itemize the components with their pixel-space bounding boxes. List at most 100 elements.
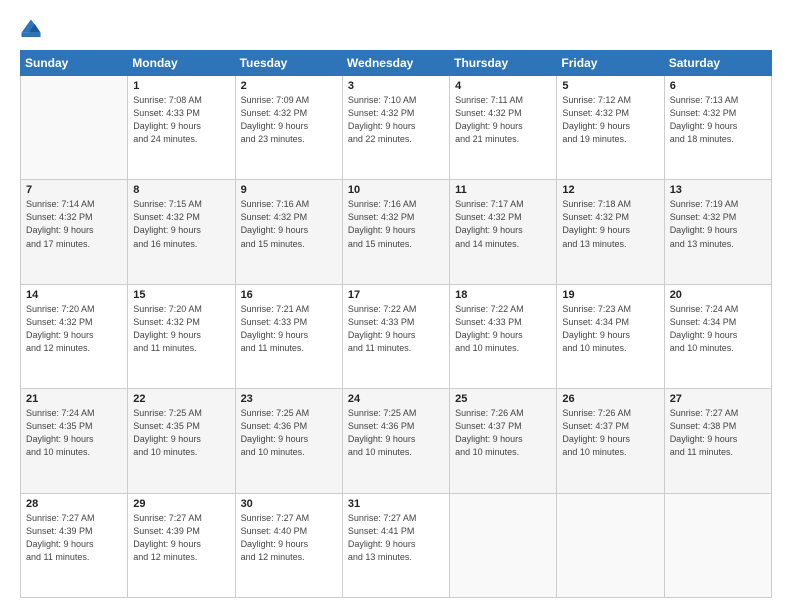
calendar-cell: 13Sunrise: 7:19 AM Sunset: 4:32 PM Dayli… bbox=[664, 180, 771, 284]
day-info: Sunrise: 7:08 AM Sunset: 4:33 PM Dayligh… bbox=[133, 94, 229, 146]
calendar-cell: 1 Sunrise: 7:08 AM Sunset: 4:33 PM Daylig… bbox=[128, 76, 235, 180]
calendar-week-row: 21Sunrise: 7:24 AM Sunset: 4:35 PM Dayli… bbox=[21, 389, 772, 493]
day-number: 11 bbox=[455, 184, 551, 196]
calendar-week-row: 7 Sunrise: 7:14 AM Sunset: 4:32 PM Daylig… bbox=[21, 180, 772, 284]
day-number: 17 bbox=[348, 289, 444, 301]
calendar-cell bbox=[450, 493, 557, 597]
day-info: Sunrise: 7:14 AM Sunset: 4:32 PM Dayligh… bbox=[26, 198, 122, 250]
day-number: 23 bbox=[241, 393, 337, 405]
day-number: 26 bbox=[562, 393, 658, 405]
day-number: 9 bbox=[241, 184, 337, 196]
calendar-cell bbox=[557, 493, 664, 597]
day-info: Sunrise: 7:25 AM Sunset: 4:36 PM Dayligh… bbox=[241, 407, 337, 459]
calendar-cell: 20 Sunrise: 7:24 AM Sunset: 4:34 PM Dayli… bbox=[664, 284, 771, 388]
day-number: 28 bbox=[26, 498, 122, 510]
calendar-cell: 11 Sunrise: 7:17 AM Sunset: 4:32 PM Dayli… bbox=[450, 180, 557, 284]
day-number: 14 bbox=[26, 289, 122, 301]
day-info: Sunrise: 7:16 AM Sunset: 4:32 PM Dayligh… bbox=[241, 198, 337, 250]
day-info: Sunrise: 7:16 AM Sunset: 4:32 PM Dayligh… bbox=[348, 198, 444, 250]
day-number: 19 bbox=[562, 289, 658, 301]
day-info: Sunrise: 7:24 AM Sunset: 4:34 PM Dayligh… bbox=[670, 303, 766, 355]
day-info: Sunrise: 7:25 AM Sunset: 4:36 PM Dayligh… bbox=[348, 407, 444, 459]
day-info: Sunrise: 7:17 AM Sunset: 4:32 PM Dayligh… bbox=[455, 198, 551, 250]
day-info: Sunrise: 7:15 AM Sunset: 4:32 PM Dayligh… bbox=[133, 198, 229, 250]
calendar-cell: 25 Sunrise: 7:26 AM Sunset: 4:37 PM Dayli… bbox=[450, 389, 557, 493]
day-info: Sunrise: 7:20 AM Sunset: 4:32 PM Dayligh… bbox=[133, 303, 229, 355]
day-info: Sunrise: 7:20 AM Sunset: 4:32 PM Dayligh… bbox=[26, 303, 122, 355]
day-info: Sunrise: 7:13 AM Sunset: 4:32 PM Dayligh… bbox=[670, 94, 766, 146]
day-number: 16 bbox=[241, 289, 337, 301]
weekday-header-thursday: Thursday bbox=[450, 51, 557, 76]
day-number: 27 bbox=[670, 393, 766, 405]
calendar-cell: 5Sunrise: 7:12 AM Sunset: 4:32 PM Daylig… bbox=[557, 76, 664, 180]
calendar-cell: 8 Sunrise: 7:15 AM Sunset: 4:32 PM Daylig… bbox=[128, 180, 235, 284]
calendar-cell: 28 Sunrise: 7:27 AM Sunset: 4:39 PM Dayli… bbox=[21, 493, 128, 597]
calendar-cell: 14 Sunrise: 7:20 AM Sunset: 4:32 PM Dayli… bbox=[21, 284, 128, 388]
weekday-header-saturday: Saturday bbox=[664, 51, 771, 76]
day-info: Sunrise: 7:21 AM Sunset: 4:33 PM Dayligh… bbox=[241, 303, 337, 355]
day-info: Sunrise: 7:27 AM Sunset: 4:39 PM Dayligh… bbox=[26, 512, 122, 564]
weekday-header-tuesday: Tuesday bbox=[235, 51, 342, 76]
day-number: 12 bbox=[562, 184, 658, 196]
day-number: 24 bbox=[348, 393, 444, 405]
calendar-cell: 12 Sunrise: 7:18 AM Sunset: 4:32 PM Dayli… bbox=[557, 180, 664, 284]
day-number: 3 bbox=[348, 80, 444, 92]
day-number: 7 bbox=[26, 184, 122, 196]
calendar-cell: 30 Sunrise: 7:27 AM Sunset: 4:40 PM Dayli… bbox=[235, 493, 342, 597]
logo-icon bbox=[20, 18, 42, 40]
calendar-cell: 24 Sunrise: 7:25 AM Sunset: 4:36 PM Dayli… bbox=[342, 389, 449, 493]
day-number: 31 bbox=[348, 498, 444, 510]
calendar-cell: 26 Sunrise: 7:26 AM Sunset: 4:37 PM Dayli… bbox=[557, 389, 664, 493]
day-number: 1 bbox=[133, 80, 229, 92]
day-info: Sunrise: 7:27 AM Sunset: 4:39 PM Dayligh… bbox=[133, 512, 229, 564]
day-number: 29 bbox=[133, 498, 229, 510]
calendar-cell: 7 Sunrise: 7:14 AM Sunset: 4:32 PM Daylig… bbox=[21, 180, 128, 284]
calendar-cell: 16 Sunrise: 7:21 AM Sunset: 4:33 PM Dayli… bbox=[235, 284, 342, 388]
day-info: Sunrise: 7:26 AM Sunset: 4:37 PM Dayligh… bbox=[455, 407, 551, 459]
day-info: Sunrise: 7:26 AM Sunset: 4:37 PM Dayligh… bbox=[562, 407, 658, 459]
day-number: 18 bbox=[455, 289, 551, 301]
weekday-header-wednesday: Wednesday bbox=[342, 51, 449, 76]
day-number: 15 bbox=[133, 289, 229, 301]
day-number: 6 bbox=[670, 80, 766, 92]
calendar-cell: 6 Sunrise: 7:13 AM Sunset: 4:32 PM Daylig… bbox=[664, 76, 771, 180]
day-info: Sunrise: 7:27 AM Sunset: 4:41 PM Dayligh… bbox=[348, 512, 444, 564]
calendar-table: SundayMondayTuesdayWednesdayThursdayFrid… bbox=[20, 50, 772, 598]
day-number: 2 bbox=[241, 80, 337, 92]
calendar-cell: 31 Sunrise: 7:27 AM Sunset: 4:41 PM Dayli… bbox=[342, 493, 449, 597]
calendar-week-row: 28 Sunrise: 7:27 AM Sunset: 4:39 PM Dayli… bbox=[21, 493, 772, 597]
day-number: 30 bbox=[241, 498, 337, 510]
day-number: 22 bbox=[133, 393, 229, 405]
weekday-header-friday: Friday bbox=[557, 51, 664, 76]
calendar-cell: 17 Sunrise: 7:22 AM Sunset: 4:33 PM Dayli… bbox=[342, 284, 449, 388]
calendar-cell bbox=[21, 76, 128, 180]
calendar-cell: 3Sunrise: 7:10 AM Sunset: 4:32 PM Daylig… bbox=[342, 76, 449, 180]
day-info: Sunrise: 7:24 AM Sunset: 4:35 PM Dayligh… bbox=[26, 407, 122, 459]
day-number: 4 bbox=[455, 80, 551, 92]
logo bbox=[20, 18, 46, 40]
calendar-cell: 27 Sunrise: 7:27 AM Sunset: 4:38 PM Dayli… bbox=[664, 389, 771, 493]
weekday-header-monday: Monday bbox=[128, 51, 235, 76]
calendar-cell: 4Sunrise: 7:11 AM Sunset: 4:32 PM Daylig… bbox=[450, 76, 557, 180]
day-info: Sunrise: 7:27 AM Sunset: 4:40 PM Dayligh… bbox=[241, 512, 337, 564]
calendar-cell bbox=[664, 493, 771, 597]
calendar-cell: 23 Sunrise: 7:25 AM Sunset: 4:36 PM Dayli… bbox=[235, 389, 342, 493]
calendar-week-row: 14 Sunrise: 7:20 AM Sunset: 4:32 PM Dayli… bbox=[21, 284, 772, 388]
day-number: 25 bbox=[455, 393, 551, 405]
day-number: 8 bbox=[133, 184, 229, 196]
day-info: Sunrise: 7:09 AM Sunset: 4:32 PM Dayligh… bbox=[241, 94, 337, 146]
calendar-week-row: 1 Sunrise: 7:08 AM Sunset: 4:33 PM Daylig… bbox=[21, 76, 772, 180]
day-number: 20 bbox=[670, 289, 766, 301]
day-info: Sunrise: 7:22 AM Sunset: 4:33 PM Dayligh… bbox=[348, 303, 444, 355]
calendar-cell: 29 Sunrise: 7:27 AM Sunset: 4:39 PM Dayli… bbox=[128, 493, 235, 597]
day-info: Sunrise: 7:12 AM Sunset: 4:32 PM Dayligh… bbox=[562, 94, 658, 146]
day-number: 10 bbox=[348, 184, 444, 196]
calendar-cell: 2 Sunrise: 7:09 AM Sunset: 4:32 PM Daylig… bbox=[235, 76, 342, 180]
day-info: Sunrise: 7:25 AM Sunset: 4:35 PM Dayligh… bbox=[133, 407, 229, 459]
day-info: Sunrise: 7:22 AM Sunset: 4:33 PM Dayligh… bbox=[455, 303, 551, 355]
calendar-cell: 18 Sunrise: 7:22 AM Sunset: 4:33 PM Dayli… bbox=[450, 284, 557, 388]
calendar-cell: 15 Sunrise: 7:20 AM Sunset: 4:32 PM Dayli… bbox=[128, 284, 235, 388]
day-info: Sunrise: 7:27 AM Sunset: 4:38 PM Dayligh… bbox=[670, 407, 766, 459]
calendar-cell: 22 Sunrise: 7:25 AM Sunset: 4:35 PM Dayli… bbox=[128, 389, 235, 493]
day-info: Sunrise: 7:18 AM Sunset: 4:32 PM Dayligh… bbox=[562, 198, 658, 250]
